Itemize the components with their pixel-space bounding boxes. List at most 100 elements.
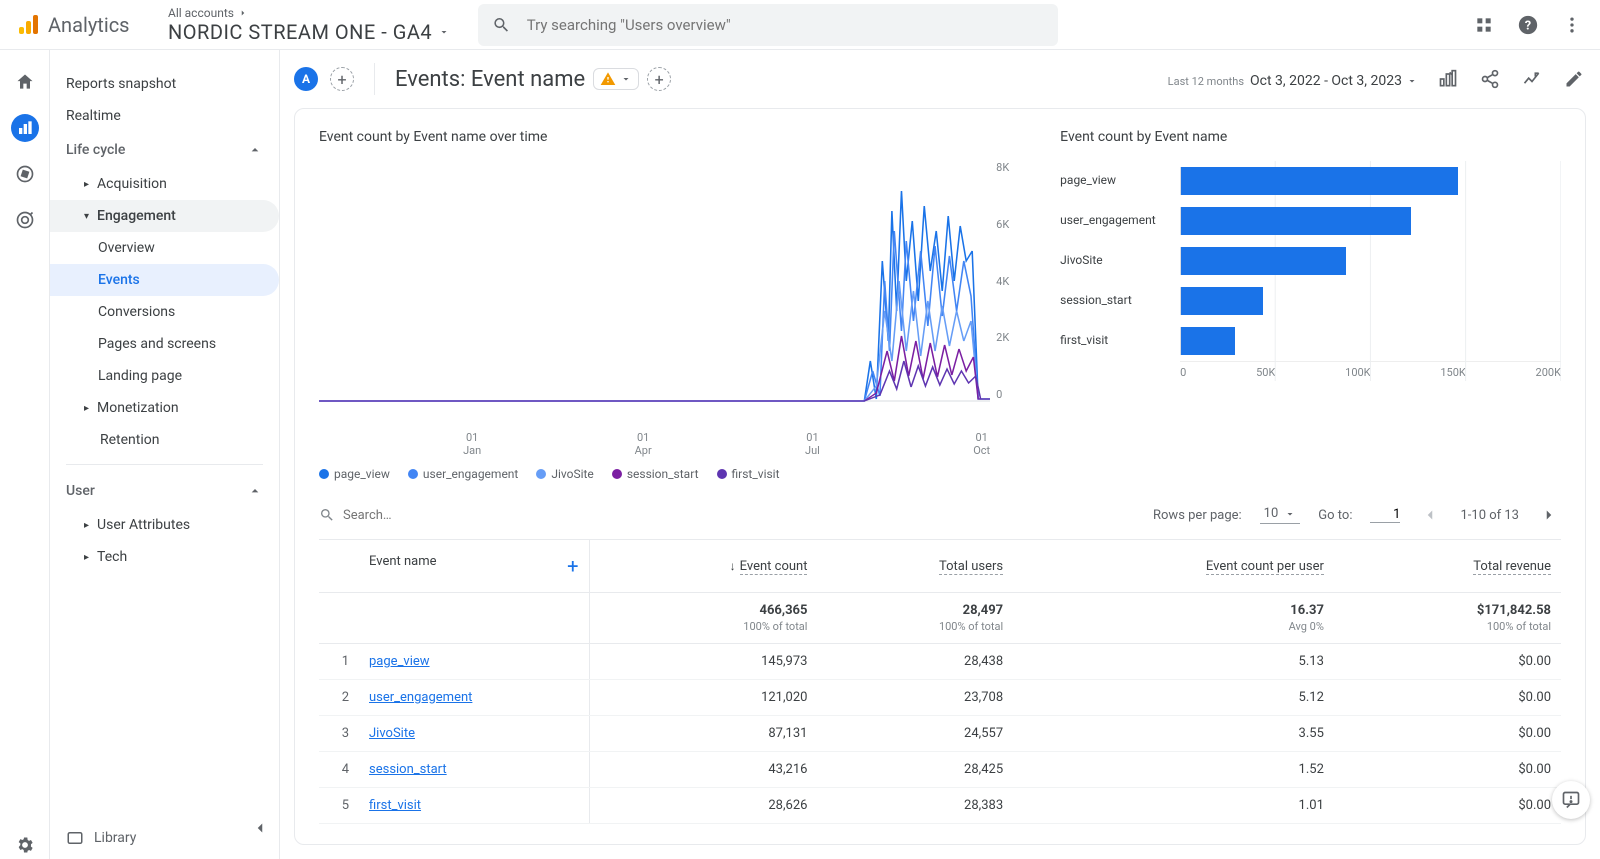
col-total-revenue[interactable]: Total revenue xyxy=(1334,540,1561,593)
segment-badge[interactable]: A xyxy=(294,67,318,91)
feedback-fab[interactable] xyxy=(1552,781,1590,819)
goto-input[interactable] xyxy=(1370,507,1400,523)
rail-advertising[interactable] xyxy=(11,206,39,234)
nav-user[interactable]: User xyxy=(50,473,279,509)
rail-explore[interactable] xyxy=(11,160,39,188)
report-toolbar: A + Events: Event name + Last 12 months O… xyxy=(280,50,1600,108)
line-chart-title: Event count by Event name over time xyxy=(319,129,1020,145)
next-page[interactable] xyxy=(1537,503,1561,527)
table-search[interactable] xyxy=(319,507,1143,523)
rail-reports[interactable] xyxy=(11,114,39,142)
y-axis: 8K 6K 4K 2K 0 xyxy=(996,161,1020,401)
property-name: NORDIC STREAM ONE - GA4 xyxy=(168,20,432,44)
rpp-select[interactable]: 10 xyxy=(1260,506,1301,524)
rail-admin[interactable] xyxy=(11,831,39,859)
collapse-nav[interactable] xyxy=(245,813,275,847)
search-box[interactable] xyxy=(478,4,1058,46)
bar-chart[interactable]: page_view user_engagement JivoSite sessi… xyxy=(1060,161,1561,421)
report-title: Events: Event name xyxy=(395,67,585,92)
add-comparison[interactable]: + xyxy=(330,67,354,91)
nav-lifecycle[interactable]: Life cycle xyxy=(50,132,279,168)
logo[interactable]: Analytics xyxy=(16,13,156,37)
add-filter[interactable]: + xyxy=(647,67,671,91)
search-icon xyxy=(319,507,335,523)
dim-header: Event name xyxy=(369,554,437,569)
bar-chart-title: Event count by Event name xyxy=(1060,129,1561,145)
chevron-up-icon xyxy=(247,483,263,499)
report-card: Event count by Event name over time xyxy=(294,108,1586,845)
product-name: Analytics xyxy=(48,13,130,37)
library-icon xyxy=(66,829,84,847)
col-ec-per-user[interactable]: Event count per user xyxy=(1013,540,1334,593)
page-range: 1-10 of 13 xyxy=(1460,508,1519,523)
apps-icon[interactable] xyxy=(1472,13,1496,37)
nav-overview[interactable]: Overview xyxy=(50,232,279,264)
nav-acquisition[interactable]: ▸Acquisition xyxy=(50,168,279,200)
property-selector[interactable]: All accounts NORDIC STREAM ONE - GA4 xyxy=(168,6,468,44)
col-total-users[interactable]: Total users xyxy=(817,540,1013,593)
add-dimension[interactable]: + xyxy=(567,554,578,578)
chevron-up-icon xyxy=(247,142,263,158)
rail-home[interactable] xyxy=(11,68,39,96)
line-chart-legend: page_view user_engagement JivoSite sessi… xyxy=(319,467,1020,481)
edit-icon[interactable] xyxy=(1562,67,1586,91)
nav-conversions[interactable]: Conversions xyxy=(50,296,279,328)
nav-engagement[interactable]: ▾Engagement xyxy=(50,200,279,232)
warning-icon xyxy=(600,71,616,87)
chevron-right-icon xyxy=(238,8,248,18)
rpp-label: Rows per page: xyxy=(1153,508,1242,523)
svg-text:?: ? xyxy=(1525,18,1531,33)
table-row: 2user_engagement121,02023,7085.12$0.00 xyxy=(319,680,1561,716)
account-label: All accounts xyxy=(168,6,234,20)
insights-icon[interactable] xyxy=(1520,67,1544,91)
nav-realtime[interactable]: Realtime xyxy=(50,100,279,132)
x-axis: 01Jan 01Apr 01Jul 01Oct xyxy=(319,431,990,457)
share-icon[interactable] xyxy=(1478,67,1502,91)
table-row: 3JivoSite87,13124,5573.55$0.00 xyxy=(319,716,1561,752)
dropdown-icon xyxy=(1284,508,1296,520)
event-link[interactable]: first_visit xyxy=(369,798,421,813)
event-link[interactable]: session_start xyxy=(369,762,447,777)
side-nav: Reports snapshot Realtime Life cycle ▸Ac… xyxy=(50,50,280,859)
main: A + Events: Event name + Last 12 months O… xyxy=(280,50,1600,859)
table-row: 1page_view145,97328,4385.13$0.00 xyxy=(319,644,1561,680)
nav-rail xyxy=(0,50,50,859)
nav-events[interactable]: Events xyxy=(50,264,279,296)
more-icon[interactable] xyxy=(1560,13,1584,37)
dropdown-icon xyxy=(1406,75,1418,87)
nav-tech[interactable]: ▸Tech xyxy=(50,541,279,573)
nav-pages[interactable]: Pages and screens xyxy=(50,328,279,360)
nav-monetization[interactable]: ▸Monetization xyxy=(50,392,279,424)
nav-snapshot[interactable]: Reports snapshot xyxy=(50,68,279,100)
dropdown-icon xyxy=(438,26,450,38)
feedback-icon xyxy=(1561,790,1581,810)
event-link[interactable]: user_engagement xyxy=(369,690,472,705)
header-actions: ? xyxy=(1472,13,1584,37)
date-range[interactable]: Oct 3, 2022 - Oct 3, 2023 xyxy=(1250,73,1418,89)
dropdown-icon xyxy=(620,73,632,85)
table-controls: Rows per page: 10 Go to: 1-10 of 13 xyxy=(319,491,1561,540)
totals-row: 466,365100% of total 28,497100% of total… xyxy=(319,593,1561,644)
table-header-row: Event name + ↓Event count Total users Ev… xyxy=(319,540,1561,593)
event-link[interactable]: JivoSite xyxy=(369,726,415,741)
col-event-count[interactable]: ↓Event count xyxy=(589,540,817,593)
ga-logo-icon xyxy=(16,13,40,37)
search-input[interactable] xyxy=(527,16,1044,34)
events-table: Event name + ↓Event count Total users Ev… xyxy=(319,540,1561,824)
date-preset: Last 12 months xyxy=(1168,75,1244,88)
goto-label: Go to: xyxy=(1318,508,1352,523)
table-search-input[interactable] xyxy=(343,508,543,523)
app-header: Analytics All accounts NORDIC STREAM ONE… xyxy=(0,0,1600,50)
event-link[interactable]: page_view xyxy=(369,654,430,669)
help-icon[interactable]: ? xyxy=(1516,13,1540,37)
nav-retention[interactable]: Retention xyxy=(50,424,279,456)
customize-icon[interactable] xyxy=(1436,67,1460,91)
table-row: 4session_start43,21628,4251.52$0.00 xyxy=(319,752,1561,788)
nav-user-attr[interactable]: ▸User Attributes xyxy=(50,509,279,541)
prev-page[interactable] xyxy=(1418,503,1442,527)
table-row: 5first_visit28,62628,3831.01$0.00 xyxy=(319,788,1561,824)
nav-landing[interactable]: Landing page xyxy=(50,360,279,392)
thresholding-warning[interactable] xyxy=(593,68,639,90)
line-chart[interactable]: 8K 6K 4K 2K 0 xyxy=(319,161,1020,431)
search-icon xyxy=(492,15,511,35)
